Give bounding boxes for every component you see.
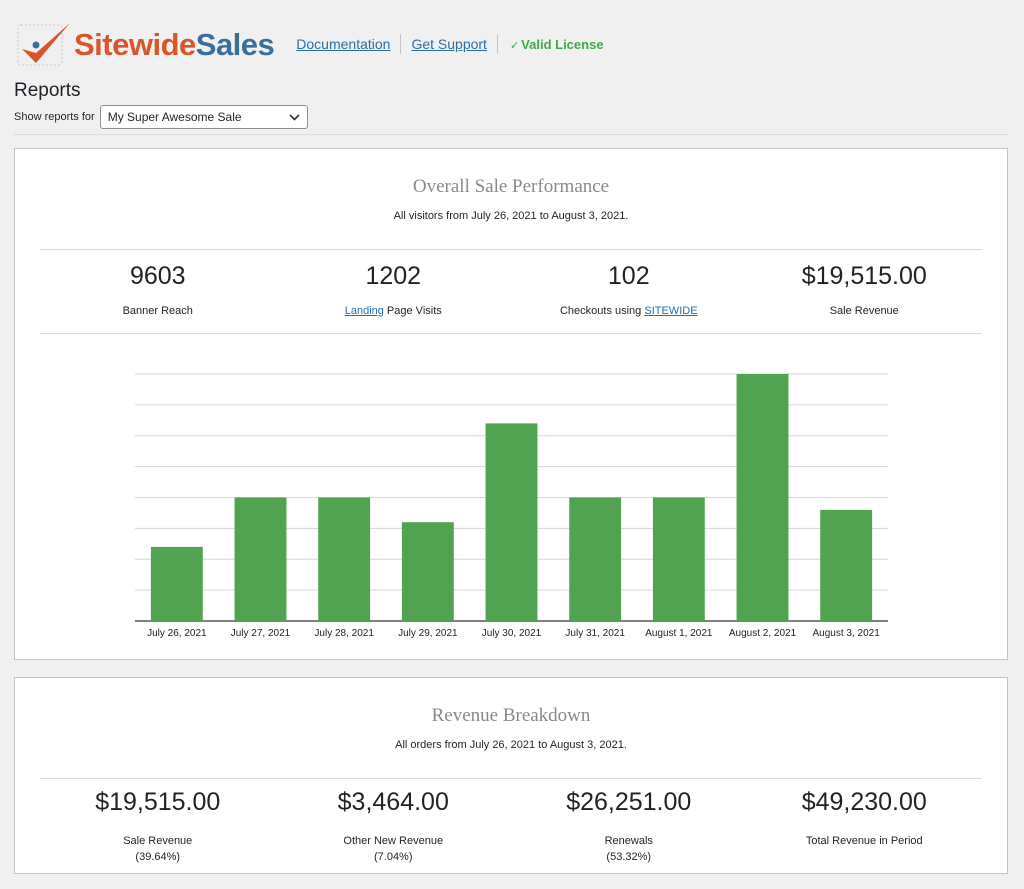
report-filter: Show reports for My Super Awesome Sale — [14, 105, 308, 129]
chart-bar[interactable] — [736, 374, 789, 621]
stat-value: $3,464.00 — [337, 788, 449, 816]
logo-wordmark: SitewideSales — [74, 27, 275, 63]
stat-percent: (53.32%) — [606, 851, 652, 863]
revenue-total: $49,230.00 Total Revenue in Period — [747, 788, 983, 863]
divider — [14, 134, 1008, 135]
overall-performance-panel: Overall Sale Performance All visitors fr… — [14, 148, 1008, 660]
stat-value: $19,515.00 — [95, 788, 221, 816]
x-tick-label: July 30, 2021 — [482, 628, 542, 639]
check-icon: ✓ — [509, 39, 520, 52]
stat-label: Other New Revenue — [343, 835, 444, 847]
header-links: Documentation Get Support ✓ Valid License — [286, 34, 604, 54]
x-tick-label: July 26, 2021 — [147, 628, 207, 639]
sale-select-value: My Super Awesome Sale — [107, 110, 242, 124]
logo-word-sales: Sales — [195, 27, 275, 62]
get-support-link[interactable]: Get Support — [401, 36, 497, 52]
revenue-sale: $19,515.00 Sale Revenue (39.64%) — [40, 788, 276, 863]
chart-bar[interactable] — [318, 497, 371, 622]
x-tick-label: July 31, 2021 — [565, 628, 625, 639]
revenue-other-new: $3,464.00 Other New Revenue (7.04%) — [276, 788, 512, 863]
stat-label: Renewals — [604, 835, 653, 847]
chart-bar[interactable] — [569, 497, 622, 622]
chart-bar[interactable] — [150, 546, 203, 621]
stat-label: Total Revenue in Period — [805, 835, 923, 847]
x-tick-label: July 29, 2021 — [398, 628, 458, 639]
revenue-panel-subtitle: All orders from July 26, 2021 to August … — [395, 739, 627, 751]
chart-bar[interactable] — [820, 509, 873, 621]
chart-bar[interactable] — [401, 522, 454, 621]
stat-value: $26,251.00 — [566, 788, 692, 816]
revenue-breakdown-panel: Revenue Breakdown All orders from July 2… — [14, 677, 1008, 874]
daily-visits-bar-chart: July 26, 2021 July 27, 2021 July 28, 2021 J… — [135, 373, 888, 639]
divider — [40, 778, 982, 779]
revenue-panel-title: Revenue Breakdown — [431, 705, 591, 726]
x-tick-label: August 1, 2021 — [645, 628, 713, 639]
stat-percent: (7.04%) — [373, 851, 413, 863]
plugin-header: SitewideSales Documentation Get Support … — [16, 14, 604, 74]
stat-value: $49,230.00 — [801, 788, 927, 816]
x-tick-label: August 2, 2021 — [729, 628, 797, 639]
sale-select[interactable]: My Super Awesome Sale — [99, 105, 308, 129]
revenue-renewals: $26,251.00 Renewals (53.32%) — [511, 788, 747, 863]
filter-label: Show reports for — [14, 111, 95, 123]
x-tick-label: August 3, 2021 — [813, 628, 881, 639]
page-title: Reports — [14, 80, 81, 101]
chevron-down-icon — [289, 110, 300, 124]
x-tick-label: July 28, 2021 — [314, 628, 374, 639]
checkmark-logo-icon — [16, 19, 72, 69]
documentation-link[interactable]: Documentation — [286, 36, 400, 52]
stat-label: Sale Revenue — [123, 835, 193, 847]
x-tick-label: July 27, 2021 — [231, 628, 291, 639]
license-status-text: Valid License — [521, 36, 604, 52]
chart-bar[interactable] — [485, 423, 538, 621]
chart-bar[interactable] — [234, 497, 287, 622]
logo-word-sitewide: Sitewide — [74, 27, 196, 62]
license-status: ✓ Valid License — [498, 37, 604, 52]
sitewide-sales-logo: SitewideSales — [16, 19, 275, 69]
revenue-stats: $19,515.00 Sale Revenue (39.64%) $3,464.… — [40, 788, 982, 863]
stat-percent: (39.64%) — [135, 851, 181, 863]
chart-bar[interactable] — [652, 497, 705, 622]
